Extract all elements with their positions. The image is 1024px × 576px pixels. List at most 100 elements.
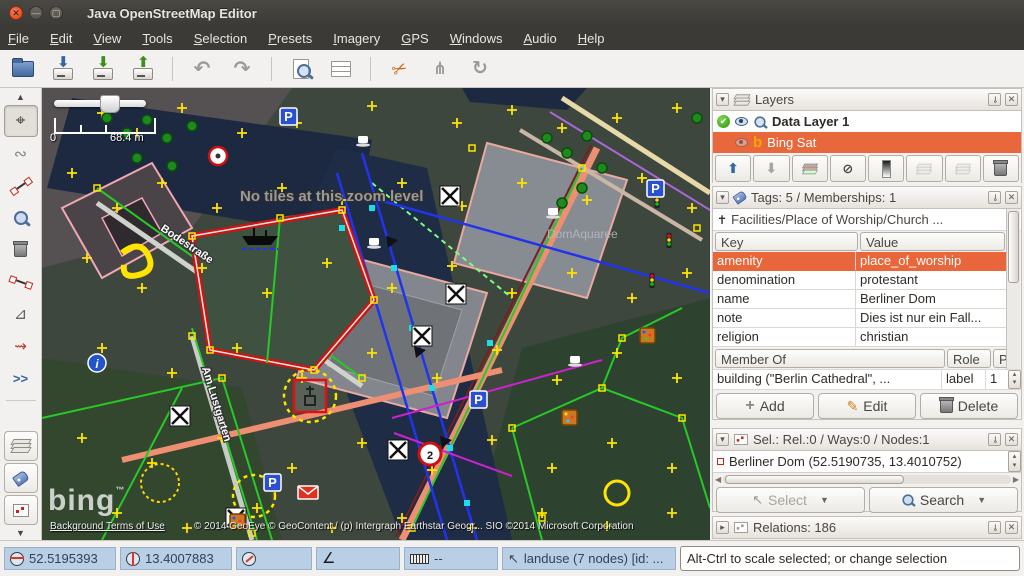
cafe-icon	[367, 238, 381, 249]
selection-scrollbar[interactable]: ◀ ▶	[713, 472, 1021, 485]
pin-icon[interactable]: ⊸	[988, 191, 1001, 204]
menu-edit[interactable]: Edit	[50, 31, 72, 46]
split-way-button[interactable]: ✂	[385, 55, 415, 83]
tag-row[interactable]: nameBerliner Dom	[713, 290, 1007, 309]
search-objects-button[interactable]	[286, 55, 316, 83]
pin-icon[interactable]: ⊸	[988, 93, 1001, 106]
expand-icon[interactable]: ▸	[716, 521, 729, 534]
menu-gps[interactable]: GPS	[401, 31, 428, 46]
redo-button[interactable]: ↷	[227, 55, 257, 83]
layers-dialog-button[interactable]	[4, 431, 38, 461]
map-view[interactable]: P P P P	[42, 88, 710, 540]
map-canvas[interactable]: P P P P	[42, 88, 710, 540]
tag-row[interactable]: denominationprotestant	[713, 271, 1007, 290]
tags-scrollbar[interactable]	[1006, 209, 1020, 369]
close-icon[interactable]: ✕	[1005, 433, 1018, 446]
layer-name: Bing Sat	[767, 135, 816, 150]
zoom-slider-handle[interactable]	[100, 95, 120, 113]
layer-row-bing[interactable]: b Bing Sat	[713, 132, 1021, 153]
merge-layer-button[interactable]	[906, 155, 942, 182]
collapse-icon[interactable]: ▾	[716, 93, 729, 106]
scrollbar-thumb[interactable]	[725, 475, 903, 484]
window-close-button[interactable]: ✕	[9, 6, 23, 20]
spinner-control[interactable]: ▴▾	[1008, 370, 1021, 389]
window-minimize-button[interactable]: —	[29, 6, 43, 20]
opacity-button[interactable]	[868, 155, 904, 182]
layer-row-data[interactable]: ✔ Data Layer 1	[713, 111, 1021, 132]
close-icon[interactable]: ✕	[1005, 93, 1018, 106]
pin-icon[interactable]: ⊸	[988, 521, 1001, 534]
extrude-tool-button[interactable]: ⊿	[5, 299, 37, 329]
menu-audio[interactable]: Audio	[523, 31, 556, 46]
menu-imagery[interactable]: Imagery	[333, 31, 380, 46]
lasso-icon: ∾	[14, 144, 27, 164]
visibility-eye-icon[interactable]	[735, 138, 748, 147]
select-button[interactable]: ↖ Select▼	[716, 487, 865, 513]
tags-dialog-button[interactable]	[4, 463, 38, 493]
undo-button[interactable]: ↶	[187, 55, 217, 83]
close-icon[interactable]: ✕	[1005, 191, 1018, 204]
delete-tag-button[interactable]: Delete	[920, 393, 1018, 419]
move-layer-up-button[interactable]: ⬆	[715, 155, 751, 182]
open-file-button[interactable]	[8, 55, 38, 83]
scroll-left-icon[interactable]: ◀	[715, 475, 721, 484]
select-tool-button[interactable]: ⌖	[4, 105, 38, 137]
collapse-icon[interactable]: ▾	[716, 191, 729, 204]
key-column-header[interactable]: Key	[715, 232, 858, 251]
membership-dialog-button[interactable]	[4, 495, 38, 525]
draw-node-tool-button[interactable]	[5, 171, 37, 201]
lasso-tool-button[interactable]: ∾	[5, 139, 37, 169]
selection-list-item[interactable]: Berliner Dom (52.5190735, 13.4010752)	[713, 451, 1008, 472]
help-hint-field: Alt-Ctrl to scale selected; or change se…	[680, 546, 1020, 571]
collapse-icon[interactable]: ▾	[716, 433, 729, 446]
value-column-header[interactable]: Value	[860, 232, 1005, 251]
tag-row[interactable]: amenityplace_of_worship	[713, 252, 1007, 271]
more-tools-button[interactable]: >>	[5, 363, 37, 393]
close-icon[interactable]: ✕	[1005, 521, 1018, 534]
scroll-up-icon[interactable]: ▲	[5, 91, 37, 103]
menu-presets[interactable]: Presets	[268, 31, 312, 46]
visibility-eye-icon[interactable]	[735, 117, 748, 126]
membership-row[interactable]: building ("Berlin Cathedral", ... label …	[713, 369, 1021, 390]
upload-data-button[interactable]: ⬆	[128, 55, 158, 83]
menu-view[interactable]: View	[93, 31, 121, 46]
delete-tool-button[interactable]	[5, 235, 37, 265]
member-of-header[interactable]: Member Of	[715, 349, 945, 368]
edit-tag-button[interactable]: ✎Edit	[818, 393, 916, 419]
preset-link-row[interactable]: ✝ Facilities/Place of Worship/Church ...	[713, 209, 1021, 231]
preferences-button[interactable]	[326, 55, 356, 83]
menu-help[interactable]: Help	[578, 31, 605, 46]
zoom-tool-button[interactable]	[5, 203, 37, 233]
update-data-button[interactable]: ↻	[465, 55, 495, 83]
download-data-button[interactable]: ⬇	[88, 55, 118, 83]
scroll-right-icon[interactable]: ▶	[1013, 475, 1019, 484]
duplicate-layer-button[interactable]	[945, 155, 981, 182]
terms-of-use-link[interactable]: Background Terms of Use	[50, 521, 165, 532]
role-header[interactable]: Role	[947, 349, 991, 368]
spinner-control[interactable]: ▴▾	[1008, 451, 1021, 472]
tag-row[interactable]: religionchristian	[713, 328, 1007, 347]
pin-icon[interactable]: ⊸	[988, 433, 1001, 446]
save-button[interactable]: ⬇	[48, 55, 78, 83]
relations-panel: ▸ Relations: 186 ⊸ ✕	[712, 516, 1022, 539]
scrollbar-thumb[interactable]	[1008, 211, 1019, 283]
delete-layer-button[interactable]	[983, 155, 1019, 182]
activate-layer-button[interactable]	[792, 155, 828, 182]
menu-selection[interactable]: Selection	[194, 31, 247, 46]
menu-file[interactable]: File	[8, 31, 29, 46]
menu-tools[interactable]: Tools	[142, 31, 172, 46]
combine-way-button[interactable]: ⋔	[425, 55, 455, 83]
extrude-icon: ⊿	[14, 304, 27, 324]
zoom-slider[interactable]	[54, 100, 146, 107]
toggle-visibility-button[interactable]: ⊘	[830, 155, 866, 182]
selected-node-berliner-dom[interactable]	[294, 380, 326, 412]
unglue-tool-button[interactable]	[5, 267, 37, 297]
tag-row[interactable]: noteDies ist nur ein Fall...	[713, 309, 1007, 328]
add-tag-button[interactable]: +Add	[716, 393, 814, 419]
scroll-down-icon[interactable]: ▼	[5, 527, 37, 539]
search-button[interactable]: Search▼	[869, 487, 1018, 513]
improve-way-tool-button[interactable]: ⇝	[5, 331, 37, 361]
menu-windows[interactable]: Windows	[450, 31, 503, 46]
window-maximize-button[interactable]: ▢	[49, 6, 63, 20]
move-layer-down-button[interactable]: ⬇	[753, 155, 789, 182]
